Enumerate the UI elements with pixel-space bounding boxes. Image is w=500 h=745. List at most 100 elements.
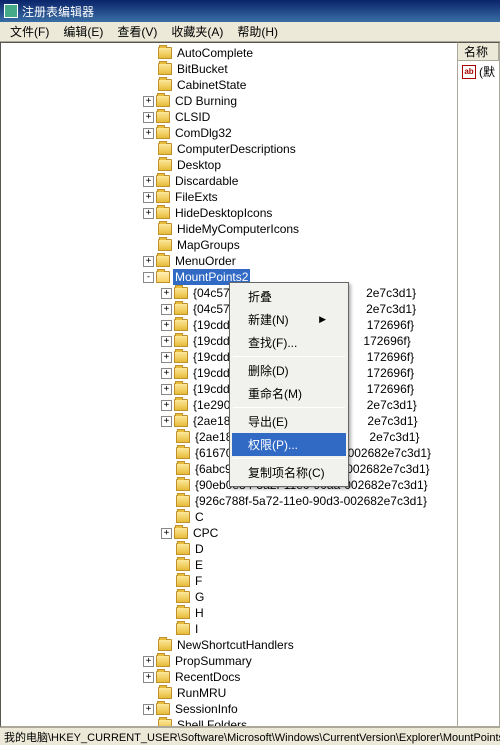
expand-icon[interactable]: +	[161, 288, 172, 299]
tree-node-label[interactable]: C	[193, 509, 206, 525]
expand-icon[interactable]: +	[143, 176, 154, 187]
tree-node-label[interactable]: RunMRU	[175, 685, 228, 701]
tree-node[interactable]: NewShortcutHandlers	[3, 637, 433, 653]
expand-icon[interactable]: +	[143, 208, 154, 219]
tree-node-label[interactable]: NewShortcutHandlers	[175, 637, 296, 653]
tree-node[interactable]: + PropSummary	[3, 653, 433, 669]
expand-icon[interactable]: +	[161, 336, 172, 347]
ctx-export[interactable]: 导出(E)	[232, 410, 346, 433]
expand-icon[interactable]: +	[161, 352, 172, 363]
tree-node[interactable]: AutoComplete	[3, 45, 433, 61]
tree-node-label[interactable]: PropSummary	[173, 653, 254, 669]
ctx-collapse[interactable]: 折叠	[232, 285, 346, 308]
tree-pane[interactable]: AutoCompleteBitBucketCabinetState + CD Bur…	[0, 42, 458, 727]
tree-node[interactable]: C	[3, 509, 433, 525]
tree-node-label[interactable]: D	[193, 541, 206, 557]
tree-node-label[interactable]: CabinetState	[175, 77, 248, 93]
menu-favorites[interactable]: 收藏夹(A)	[165, 21, 229, 42]
tree-node[interactable]: + FileExts	[3, 189, 433, 205]
tree-node[interactable]: +{19cdd69f172696f}	[3, 333, 433, 349]
tree-node[interactable]: +{19cdd6a0172696f}	[3, 349, 433, 365]
tree-node[interactable]: +SessionInfo	[3, 701, 433, 717]
expand-icon[interactable]: +	[143, 128, 154, 139]
ctx-copy-key-name[interactable]: 复制项名称(C)	[232, 461, 346, 484]
expand-icon[interactable]: +	[161, 416, 172, 427]
menu-view[interactable]: 查看(V)	[111, 21, 163, 42]
tree-node-label[interactable]: CD Burning	[173, 93, 239, 109]
tree-node-label[interactable]: Shell Folders	[175, 717, 249, 727]
tree-node-label[interactable]: ComDlg32	[173, 125, 234, 141]
tree-node-label[interactable]: HideMyComputerIcons	[175, 221, 301, 237]
tree-node[interactable]: MapGroups	[3, 237, 433, 253]
ctx-rename[interactable]: 重命名(M)	[232, 382, 346, 405]
tree-node-label[interactable]: I	[193, 621, 200, 637]
expand-icon[interactable]: +	[143, 256, 154, 267]
tree-node[interactable]: +{19cdd6a7172696f}	[3, 381, 433, 397]
expand-icon[interactable]: +	[143, 672, 154, 683]
tree-node-label[interactable]: CLSID	[173, 109, 212, 125]
tree-node-label[interactable]: F	[193, 573, 204, 589]
tree-node-label[interactable]: CPC	[191, 525, 220, 541]
tree-node[interactable]: D	[3, 541, 433, 557]
expand-icon[interactable]: +	[161, 320, 172, 331]
tree-node-label[interactable]: E	[193, 557, 205, 573]
values-pane[interactable]: 名称 ab (默	[458, 42, 500, 727]
tree-node[interactable]: HideMyComputerIcons	[3, 221, 433, 237]
tree-node[interactable]: +{19cdd69a172696f}	[3, 317, 433, 333]
ctx-permissions[interactable]: 权限(P)...	[232, 433, 346, 456]
expand-icon[interactable]: +	[161, 368, 172, 379]
tree-node[interactable]: {6abc9a2e-3403-11e0-909c-002682e7c3d1}	[3, 461, 433, 477]
tree-node-label[interactable]: H	[193, 605, 206, 621]
tree-node-label[interactable]: MenuOrder	[173, 253, 238, 269]
tree-node-label[interactable]: HideDesktopIcons	[173, 205, 274, 221]
tree-node[interactable]: -MountPoints2	[3, 269, 433, 285]
ctx-new[interactable]: 新建(N)▶	[232, 308, 346, 331]
expand-icon[interactable]: +	[161, 528, 172, 539]
tree-node[interactable]: +Discardable	[3, 173, 433, 189]
tree-node-label[interactable]: G	[193, 589, 206, 605]
tree-node[interactable]: CabinetState	[3, 77, 433, 93]
tree-node[interactable]: E	[3, 557, 433, 573]
expand-icon[interactable]: +	[161, 384, 172, 395]
tree-node[interactable]: F	[3, 573, 433, 589]
expand-icon[interactable]: +	[143, 112, 154, 123]
tree-node[interactable]: {2ae1823e2e7c3d1}	[3, 429, 433, 445]
tree-node-label[interactable]: SessionInfo	[173, 701, 240, 717]
tree-node[interactable]: Desktop	[3, 157, 433, 173]
tree-node[interactable]: + CPC	[3, 525, 433, 541]
tree-node[interactable]: {926c788f-5a72-11e0-90d3-002682e7c3d1}	[3, 493, 433, 509]
expand-icon[interactable]: +	[143, 192, 154, 203]
tree-node-label[interactable]: BitBucket	[175, 61, 230, 77]
tree-node[interactable]: G	[3, 589, 433, 605]
tree-node[interactable]: + RecentDocs	[3, 669, 433, 685]
tree-node[interactable]: I	[3, 621, 433, 637]
column-header-name[interactable]: 名称	[458, 43, 499, 61]
tree-node[interactable]: +{04c57bc62e7c3d1}	[3, 285, 433, 301]
tree-node[interactable]: {90eb0e84-3a2f-11e0-90aa-002682e7c3d1}	[3, 477, 433, 493]
tree-node-label[interactable]: {926c788f-5a72-11e0-90d3-002682e7c3d1}	[193, 493, 429, 509]
menu-edit[interactable]: 编辑(E)	[57, 21, 109, 42]
value-row-default[interactable]: ab (默	[458, 61, 499, 82]
expand-icon[interactable]: +	[143, 656, 154, 667]
tree-node[interactable]: BitBucket	[3, 61, 433, 77]
tree-node-label[interactable]: MapGroups	[175, 237, 242, 253]
tree-node[interactable]: ComputerDescriptions	[3, 141, 433, 157]
tree-node-label[interactable]: FileExts	[173, 189, 220, 205]
expand-icon[interactable]: +	[143, 96, 154, 107]
tree-node[interactable]: H	[3, 605, 433, 621]
tree-node[interactable]: RunMRU	[3, 685, 433, 701]
tree-node[interactable]: +{04c57bc72e7c3d1}	[3, 301, 433, 317]
expand-icon[interactable]: +	[161, 304, 172, 315]
tree-node[interactable]: +{2ae1823d2e7c3d1}	[3, 413, 433, 429]
ctx-find[interactable]: 查找(F)...	[232, 331, 346, 354]
tree-node[interactable]: Shell Folders	[3, 717, 433, 727]
collapse-icon[interactable]: -	[143, 272, 154, 283]
tree-node-label[interactable]: Desktop	[175, 157, 223, 173]
tree-node-label[interactable]: RecentDocs	[173, 669, 242, 685]
menu-help[interactable]: 帮助(H)	[231, 21, 284, 42]
expand-icon[interactable]: +	[161, 400, 172, 411]
tree-node[interactable]: + CLSID	[3, 109, 433, 125]
tree-node[interactable]: + MenuOrder	[3, 253, 433, 269]
tree-node[interactable]: + ComDlg32	[3, 125, 433, 141]
tree-node-label[interactable]: ComputerDescriptions	[175, 141, 298, 157]
